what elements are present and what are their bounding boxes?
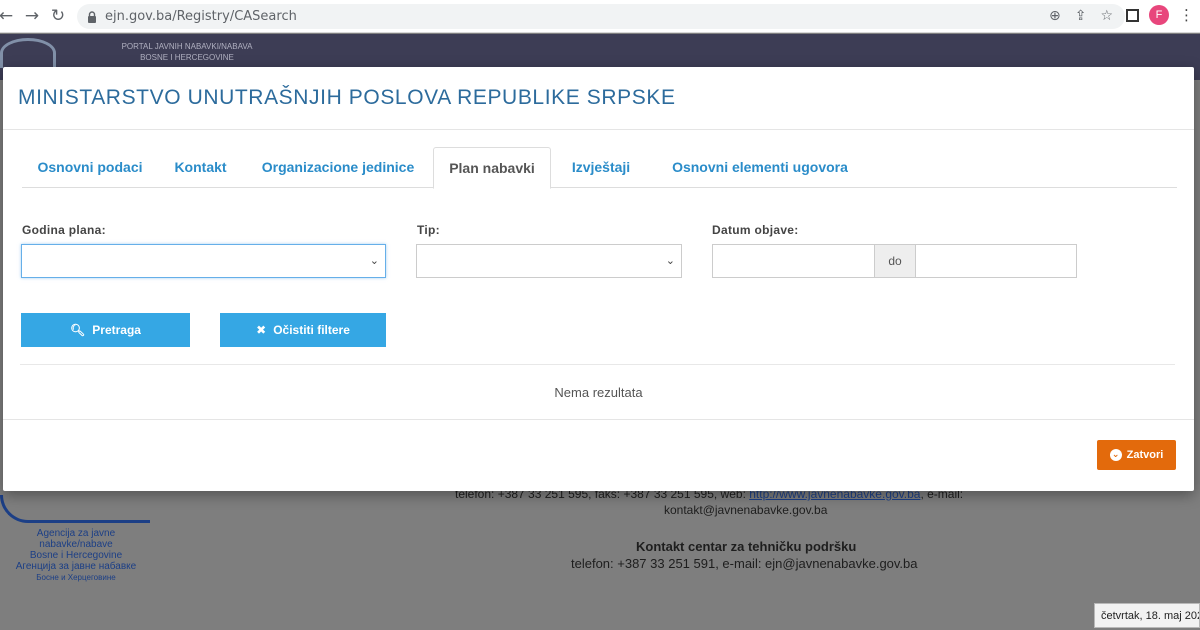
agency-name: Agencija za javne nabavke/nabave Bosne i… [0,528,152,583]
portal-logo [0,38,56,68]
search-icon: 🔍︎ [70,323,86,337]
tab-osnovni-elementi-ugovora[interactable]: Osnovni elementi ugovora [651,147,869,188]
date-from-input[interactable] [712,244,875,278]
menu-icon[interactable]: ⋮ [1179,6,1194,24]
publish-date-range: do [712,244,1077,278]
bookmark-star-icon[interactable]: ☆ [1100,8,1113,24]
chevron-circle-icon: ⌄ [1109,449,1122,461]
no-results-message: Nema rezultata [554,385,643,400]
portal-name: PORTAL JAVNIH NABAVKI/NABAVA BOSNE I HER… [92,41,282,63]
clear-filters-button[interactable]: ✖ Očistiti filtere [220,313,386,347]
search-button[interactable]: 🔍︎ Pretraga [21,313,190,347]
divider [3,129,1194,130]
tab-plan-nabavki[interactable]: Plan nabavki [433,147,551,189]
chevron-down-icon: ⌄ [665,254,675,267]
clear-filters-label: Očistiti filtere [273,323,350,337]
chevron-down-icon: ⌄ [369,254,379,267]
portal-name-line2: BOSNE I HERCEGOVINE [140,53,234,62]
type-select[interactable]: ⌄ [416,244,682,278]
support-contact: telefon: +387 33 251 591, e-mail: ejn@ja… [571,556,918,571]
lock-icon [88,10,96,23]
agency-name-line1: Agencija za javne nabavke/nabave [36,528,116,550]
modal-title: MINISTARSTVO UNUTRAŠNJIH POSLOVA REPUBLI… [18,86,676,109]
date-to-input[interactable] [915,244,1077,278]
search-button-label: Pretraga [92,323,141,337]
address-bar[interactable]: ejn.gov.ba/Registry/CASearch ⊕ ⇪ ☆ [77,4,1125,29]
taskbar-date-tooltip: četvrtak, 18. maj 2023 [1094,603,1200,628]
modal-footer-divider [3,419,1194,420]
contact-email: kontakt@javnenabavke.gov.ba [664,503,828,517]
year-label: Godina plana: [22,223,106,237]
support-title: Kontakt centar za tehničku podršku [636,539,857,554]
results-divider [20,364,1175,365]
back-icon[interactable]: ← [0,4,18,28]
tab-osnovni-podaci[interactable]: Osnovni podaci [22,147,158,188]
agency-name-line3: Агенција за јавне набавке [15,561,137,572]
type-label: Tip: [417,223,440,237]
tab-bar: Osnovni podaci Kontakt Organizacione jed… [22,147,1177,189]
tab-organizacione-jedinice[interactable]: Organizacione jedinice [243,147,433,188]
publish-date-label: Datum objave: [712,223,799,237]
browser-actions: F ⋮ [1126,5,1194,25]
close-icon: ✖ [256,323,267,337]
portal-name-line1: PORTAL JAVNIH NABAVKI/NABAVA [121,42,253,51]
url-actions: ⊕ ⇪ ☆ [1049,8,1113,24]
side-panel-icon[interactable] [1126,8,1139,22]
close-button-label: Zatvori [1126,449,1164,461]
tab-kontakt[interactable]: Kontakt [158,147,243,188]
close-button[interactable]: ⌄ Zatvori [1097,440,1176,470]
forward-icon[interactable]: → [20,4,44,28]
url-text: ejn.gov.ba/Registry/CASearch [105,9,297,24]
agency-name-line4: Босне и Херцеговине [36,573,116,582]
browser-toolbar: ← → ↻ ejn.gov.ba/Registry/CASearch ⊕ ⇪ ☆… [0,0,1200,33]
institution-modal: MINISTARSTVO UNUTRAŠNJIH POSLOVA REPUBLI… [3,67,1194,491]
share-icon[interactable]: ⇪ [1075,8,1087,24]
date-range-separator: do [874,244,916,278]
reload-icon[interactable]: ↻ [46,4,70,28]
profile-avatar[interactable]: F [1149,5,1169,25]
tab-izvjestaji[interactable]: Izvještaji [551,147,651,188]
zoom-icon[interactable]: ⊕ [1049,8,1061,24]
agency-logo [0,495,150,523]
agency-name-line2: Bosne i Hercegovine [29,550,123,561]
year-select[interactable]: ⌄ [21,244,386,278]
